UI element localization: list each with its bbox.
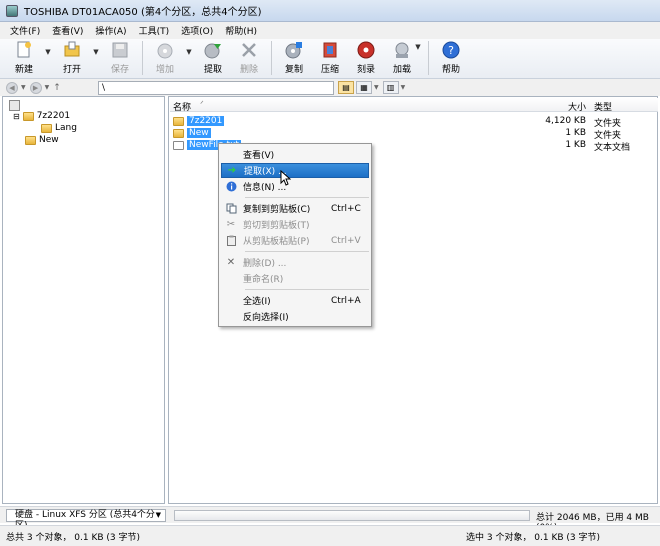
add-dropdown-arrow-icon[interactable]: ▼ [183,39,195,77]
new-button[interactable]: 新建 [6,39,42,77]
tree-item-lang[interactable]: Lang [41,122,77,134]
app-icon [6,4,18,17]
folder-tree: ⊟ 7z2201 Lang New [2,96,165,504]
help-button[interactable]: ? 帮助 [433,39,469,77]
toolbar-separator [271,41,272,75]
folder-icon [22,111,34,121]
sort-arrow-icon: ᐟ [200,100,204,110]
scissors-icon: ✂ [226,219,236,230]
new-dropdown-arrow-icon[interactable]: ▼ [42,39,54,77]
compress-icon [323,42,337,58]
column-size[interactable]: 大小 [568,100,586,113]
ctx-select-all[interactable]: 全选(I) Ctrl+A [221,293,369,308]
ctx-view[interactable]: 查看(V) [221,147,369,162]
file-row[interactable]: New 1 KB 文件夹 [170,127,658,141]
new-file-icon [17,41,31,58]
menu-view[interactable]: 查看(V) [46,24,89,37]
folder-icon [41,123,52,133]
menu-separator [245,197,369,198]
partition-select[interactable]: 硬盘 - Linux XFS 分区 (总共4个分区)▼ [6,509,166,531]
add-disc-icon [157,43,173,59]
ctx-copy-clipboard[interactable]: 复制到剪贴板(C) Ctrl+C [221,201,369,216]
menu-options[interactable]: 选项(O) [175,24,219,37]
menu-separator [245,289,369,290]
copy-icon [225,203,237,215]
extract-arrow-icon: ➔ [227,165,237,176]
menu-tools[interactable]: 工具(T) [133,24,176,37]
save-disk-icon [112,42,128,58]
open-button[interactable]: 打开 [54,39,90,77]
help-icon: ? [442,41,460,59]
title-bar: TOSHIBA DT01ACA050 (第4个分区，总共4个分区) [0,0,660,22]
view-dropdown-icon[interactable]: ▼ [374,84,379,91]
menu-bar: 文件(F) 查看(V) 操作(A) 工具(T) 选项(O) 帮助(H) [0,22,660,39]
delete-x-icon: ✕ [226,257,236,268]
panel-view-icon[interactable]: ▥ [382,81,399,94]
menu-action[interactable]: 操作(A) [89,24,132,37]
copy-disc-icon [285,42,302,59]
ctx-rename[interactable]: 重命名(R) [221,271,369,286]
save-button[interactable]: 保存 [102,39,138,77]
burn-button[interactable]: 刻录 [348,39,384,77]
mouse-cursor-icon [280,170,291,186]
up-folder-icon[interactable]: ↑ [53,83,61,93]
usage-bar [174,510,530,521]
ctx-delete[interactable]: ✕ 删除(D) ... [221,255,369,270]
ctx-paste-clipboard[interactable]: 从剪贴板粘贴(P) Ctrl+V [221,233,369,248]
status-total: 总共 3 个对象， 0.1 KB (3 字节) [6,533,141,543]
delete-button[interactable]: 删除 [231,39,267,77]
folder-icon [25,135,36,145]
compress-button[interactable]: 压缩 [312,39,348,77]
toolbar: 新建 ▼ 打开 ▼ 保存 增加 ▼ 提取 删除 复制 压缩 刻录 加载 ▼ ? … [0,39,660,79]
address-input[interactable]: \ [98,80,334,95]
context-menu: 查看(V) ➔ 提取(X) ... 信息(N) ... 复制到剪贴板(C) Ctrl… [218,143,372,327]
chevron-down-icon: ▼ [155,511,161,519]
ctx-invert-selection[interactable]: 反向选择(I) [221,309,369,324]
collapse-icon[interactable]: ⊟ [13,112,20,121]
folder-view-icon[interactable]: ▤ [338,81,354,94]
extract-button[interactable]: 提取 [195,39,231,77]
folder-icon [173,128,184,138]
column-header: 名称 ᐟ 大小 类型 [170,98,658,113]
extract-icon [204,43,221,59]
mount-dropdown-arrow-icon[interactable]: ▼ [412,39,424,77]
column-type[interactable]: 类型 [594,100,612,113]
back-dropdown-icon[interactable]: ▼ [21,84,26,91]
file-row[interactable]: 7z2201 4,120 KB 文件夹 [170,115,658,129]
svg-text:?: ? [448,44,454,57]
window-title: TOSHIBA DT01ACA050 (第4个分区，总共4个分区) [24,7,262,18]
toolbar-separator [142,41,143,75]
partition-bar: 硬盘 - Linux XFS 分区 (总共4个分区)▼ 总计 2046 MB，已… [0,506,660,533]
delete-x-icon [242,43,256,57]
open-dropdown-arrow-icon[interactable]: ▼ [90,39,102,77]
folder-icon [173,116,184,126]
tree-item-7z2201[interactable]: ⊟ 7z2201 [13,110,70,122]
tree-item-new[interactable]: New [25,134,59,146]
copy-button[interactable]: 复制 [276,39,312,77]
add-button[interactable]: 增加 [147,39,183,77]
burn-disc-icon [357,41,375,59]
forward-icon[interactable]: ▶ [29,81,42,94]
mount-drive-icon [395,42,409,58]
toolbar-separator [428,41,429,75]
menu-file[interactable]: 文件(F) [4,24,46,37]
ctx-cut-clipboard[interactable]: ✂ 剪切到剪贴板(T) [221,217,369,232]
back-icon[interactable]: ◀ [6,81,18,94]
partition-icon [9,99,20,111]
text-file-icon [173,140,184,150]
ctx-extract[interactable]: ➔ 提取(X) ... [221,163,369,178]
status-bar: 总共 3 个对象， 0.1 KB (3 字节) 选中 3 个对象， 0.1 KB… [0,525,660,546]
forward-dropdown-icon[interactable]: ▼ [45,84,50,91]
paste-icon [225,235,237,247]
ctx-info[interactable]: 信息(N) ... [221,179,369,194]
column-name[interactable]: 名称 [173,100,191,113]
menu-help[interactable]: 帮助(H) [219,24,263,37]
status-selected: 选中 3 个对象， 0.1 KB (3 字节) [466,533,601,543]
menu-separator [245,251,369,252]
info-icon [225,181,237,193]
address-bar: ◀ ▼ ▶ ▼ ↑ \ ▤ ▦ ▼ ▥ ▼ [0,79,660,96]
open-folder-icon [64,41,80,57]
list-view-icon[interactable]: ▦ [356,81,372,94]
panel-dropdown-icon[interactable]: ▼ [401,84,406,91]
